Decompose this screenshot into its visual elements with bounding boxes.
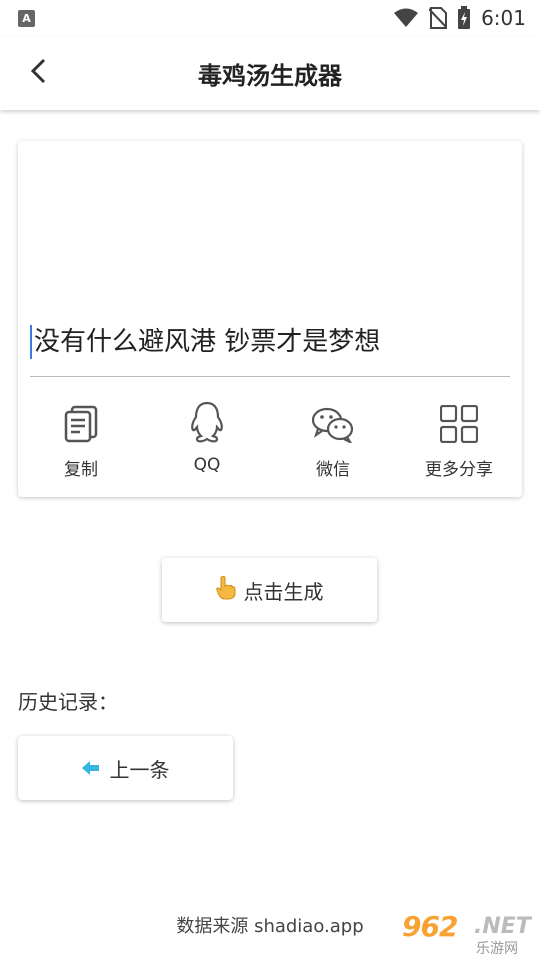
copy-icon <box>64 401 98 443</box>
chevron-left-icon <box>29 57 49 89</box>
qq-icon <box>189 401 225 443</box>
share-copy-label: 复制 <box>64 460 98 480</box>
watermark-sub: 乐游网 <box>476 941 518 957</box>
quote-card: 没有什么避风港 钞票才是梦想 复制 QQ 微信 更多分享 <box>18 141 522 497</box>
grid-icon <box>440 401 478 443</box>
arrow-left-icon <box>81 756 100 780</box>
wifi-icon <box>393 8 419 28</box>
pointing-hand-icon <box>215 575 236 605</box>
watermark-main: 962 <box>402 910 458 943</box>
share-row: 复制 QQ 微信 更多分享 <box>18 401 522 481</box>
share-qq-button[interactable]: QQ <box>144 401 270 481</box>
history-title: 历史记录： <box>18 690 118 714</box>
quote-underline <box>30 376 510 377</box>
back-button[interactable] <box>22 56 56 90</box>
clock-time: 6:01 <box>481 6 526 30</box>
previous-label: 上一条 <box>109 757 170 782</box>
wechat-icon <box>311 401 355 443</box>
watermark-logo: 962 .NET 乐游网 <box>402 910 534 957</box>
page-title: 毒鸡汤生成器 <box>198 61 342 90</box>
battery-charging-icon <box>457 6 471 30</box>
app-badge-icon: A <box>18 9 35 27</box>
share-wechat-label: 微信 <box>316 460 350 480</box>
share-qq-label: QQ <box>193 455 221 475</box>
generate-label: 点击生成 <box>243 579 324 604</box>
watermark-net: .NET <box>474 914 531 939</box>
toolbar: 毒鸡汤生成器 <box>0 36 540 110</box>
status-right: 6:01 <box>393 6 526 30</box>
previous-button[interactable]: 上一条 <box>18 736 233 800</box>
no-sim-icon <box>429 7 448 29</box>
generate-button[interactable]: 点击生成 <box>162 558 377 622</box>
share-more-button[interactable]: 更多分享 <box>396 401 522 481</box>
quote-input[interactable]: 没有什么避风港 钞票才是梦想 <box>30 325 510 359</box>
share-copy-button[interactable]: 复制 <box>18 401 144 481</box>
status-left: A <box>18 9 35 27</box>
share-more-label: 更多分享 <box>425 460 493 480</box>
status-bar: A 6:01 <box>0 0 540 36</box>
share-wechat-button[interactable]: 微信 <box>270 401 396 481</box>
